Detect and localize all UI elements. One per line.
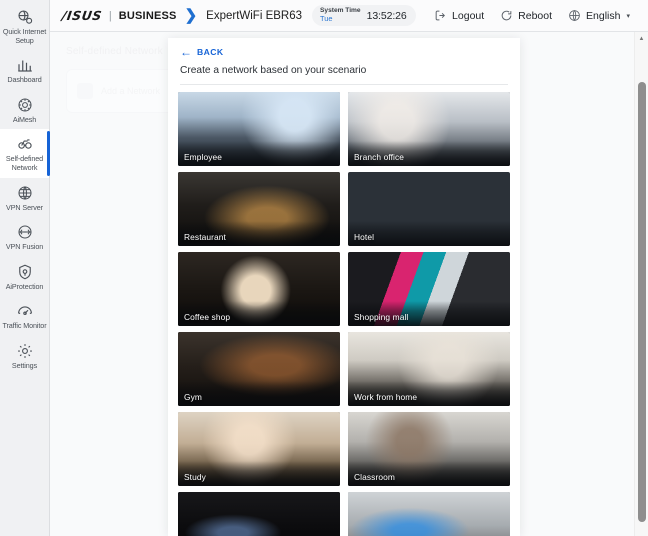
scenario-card-work-from-home[interactable]: Work from home	[348, 332, 510, 406]
chevron-right-icon: ❯	[184, 7, 198, 24]
scenario-card-item-12[interactable]	[348, 492, 510, 536]
globe-icon	[568, 9, 581, 22]
scenario-card-label: Gym	[184, 392, 202, 402]
aimesh-icon	[16, 96, 34, 114]
system-time-clock: 13:52:26	[366, 9, 407, 22]
scenario-card-label: Restaurant	[184, 232, 226, 242]
language-label: English	[586, 9, 621, 22]
scenario-card-study[interactable]: Study	[178, 412, 340, 486]
sidebar-item-aimesh[interactable]: AiMesh	[0, 90, 49, 130]
system-time-labels: System Time Tue	[320, 7, 361, 24]
add-network-card[interactable]: Add a Network	[66, 69, 178, 113]
sidebar-item-label: Dashboard	[7, 75, 42, 85]
sidebar-item-label: Settings	[11, 360, 38, 370]
sidebar-item-self-defined-network[interactable]: Self-defined Network	[0, 129, 50, 178]
vpn-server-icon	[16, 184, 34, 202]
scenario-card-label: Work from home	[354, 392, 418, 402]
modal-header: ← BACK Create a network based on your sc…	[168, 38, 520, 85]
scenario-grid-scroll[interactable]: Employee Branch office Restaurant Hotel Coff…	[168, 85, 520, 536]
scenario-card-label: Classroom	[354, 472, 395, 482]
arrow-left-icon: ←	[180, 45, 192, 59]
header-actions: Logout Reboot English ▾	[434, 9, 638, 22]
scenario-card-label: Branch office	[354, 152, 405, 162]
logout-label: Logout	[452, 9, 485, 22]
scenario-card-coffee-shop[interactable]: Coffee shop	[178, 252, 340, 326]
sidebar-item-label: Traffic Monitor	[2, 321, 47, 331]
sidebar-item-settings[interactable]: Settings	[0, 336, 49, 376]
scenario-card-item-11[interactable]	[178, 492, 340, 536]
back-label: BACK	[197, 47, 224, 57]
scenario-photo	[178, 492, 340, 536]
scenario-card-label: Hotel	[354, 232, 375, 242]
scenario-card-restaurant[interactable]: Restaurant	[178, 172, 340, 246]
scenario-photo	[348, 492, 510, 536]
sidebar-item-aiprotection[interactable]: AiProtection	[0, 257, 49, 297]
shield-icon	[16, 263, 34, 281]
scenario-card-label: Employee	[184, 152, 223, 162]
asus-logo-icon: /ISUS	[60, 8, 103, 23]
dashboard-icon	[16, 56, 34, 74]
scenario-card-employee[interactable]: Employee	[178, 92, 340, 166]
brand-business-label: BUSINESS	[118, 9, 177, 22]
sidebar-item-dashboard[interactable]: Dashboard	[0, 50, 49, 90]
sidebar-item-label: VPN Server	[6, 202, 43, 212]
scenario-card-label: Coffee shop	[184, 312, 231, 322]
gear-icon	[16, 342, 34, 360]
system-time-widget: System Time Tue 13:52:26	[312, 5, 416, 26]
sidebar-item-label: Self-defined Network	[5, 154, 44, 172]
scenario-card-hotel[interactable]: Hotel	[348, 172, 510, 246]
scenario-scrim	[178, 380, 340, 406]
brand-separator: |	[108, 9, 112, 22]
logout-button[interactable]: Logout	[434, 9, 484, 22]
scenario-card-branch-office[interactable]: Branch office	[348, 92, 510, 166]
left-sidebar: Quick Internet Setup Dashboard AiMesh Self-…	[0, 0, 50, 536]
scenario-card-label: Study	[184, 472, 206, 482]
browser-scrollbar[interactable]: ▲	[634, 32, 648, 536]
sidebar-item-label: AiProtection	[5, 281, 44, 291]
scrollbar-thumb[interactable]	[638, 82, 646, 522]
device-model-label: ExpertWiFi EBR63	[206, 9, 303, 22]
language-selector[interactable]: English ▾	[568, 9, 630, 22]
add-network-label: Add a Network	[101, 86, 161, 96]
brand-logo: /ISUS | BUSINESS ❯	[60, 7, 198, 24]
scenario-card-shopping-mall[interactable]: Shopping mall	[348, 252, 510, 326]
sidebar-item-label: Quick Internet Setup	[2, 27, 47, 45]
logout-icon	[434, 9, 447, 22]
scroll-up-arrow-icon[interactable]: ▲	[635, 32, 648, 46]
globe-gear-icon	[16, 8, 34, 26]
scenario-card-gym[interactable]: Gym	[178, 332, 340, 406]
scenario-card-classroom[interactable]: Classroom	[348, 412, 510, 486]
vpn-fusion-icon	[16, 223, 34, 241]
traffic-monitor-icon	[16, 302, 34, 320]
self-defined-network-icon	[16, 135, 34, 153]
top-header: /ISUS | BUSINESS ❯ ExpertWiFi EBR63 Syst…	[50, 0, 648, 32]
sidebar-item-quick-internet-setup[interactable]: Quick Internet Setup	[0, 2, 49, 50]
modal-subtitle: Create a network based on your scenario	[180, 65, 508, 85]
plus-icon	[77, 83, 93, 99]
chevron-down-icon: ▾	[626, 12, 630, 20]
reboot-button[interactable]: Reboot	[500, 9, 552, 22]
system-time-day: Tue	[320, 14, 333, 24]
sidebar-item-vpn-fusion[interactable]: VPN Fusion	[0, 217, 49, 257]
sidebar-item-label: AiMesh	[12, 114, 37, 124]
sidebar-item-traffic-monitor[interactable]: Traffic Monitor	[0, 296, 49, 336]
reboot-label: Reboot	[518, 9, 553, 22]
reboot-icon	[500, 9, 513, 22]
scenario-card-label: Shopping mall	[354, 312, 409, 322]
sidebar-item-label: VPN Fusion	[5, 242, 44, 252]
app-root: Quick Internet Setup Dashboard AiMesh Self-…	[0, 0, 648, 536]
sidebar-item-vpn-server[interactable]: VPN Server	[0, 178, 49, 218]
back-button[interactable]: ← BACK	[180, 46, 508, 58]
scenario-modal: ← BACK Create a network based on your sc…	[168, 38, 520, 536]
scenario-grid: Employee Branch office Restaurant Hotel Coff…	[178, 92, 510, 536]
